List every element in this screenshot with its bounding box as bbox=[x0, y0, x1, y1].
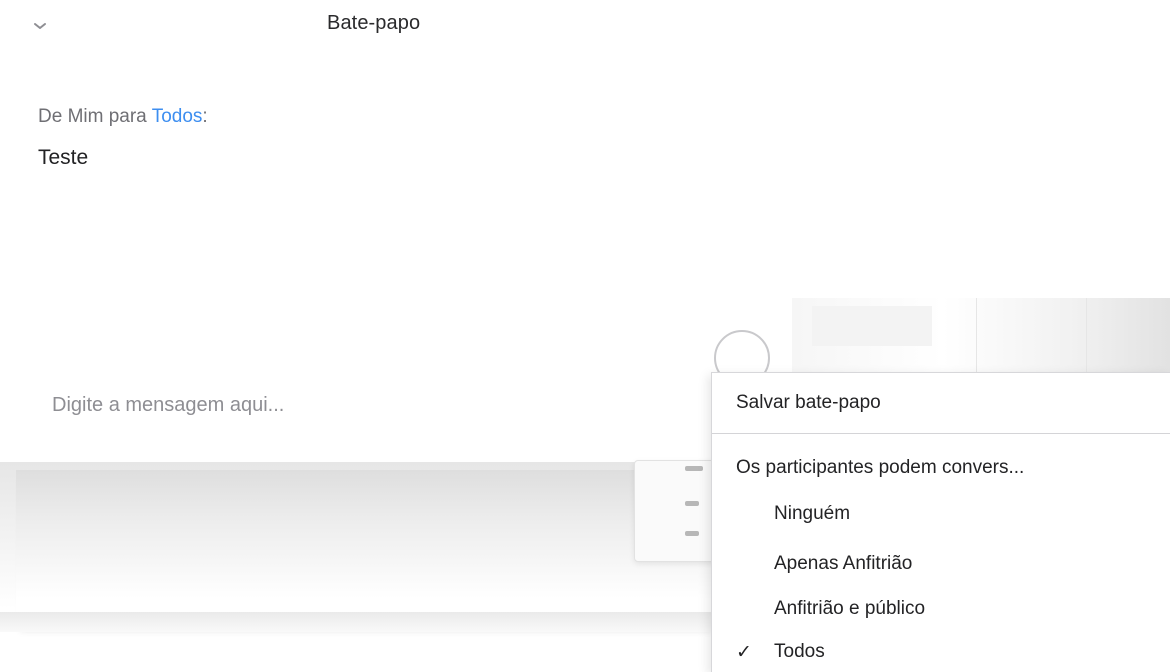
message-recipient-link[interactable]: Todos bbox=[152, 106, 203, 127]
menu-option-apenas-anfitriao[interactable]: Apenas Anfitrião bbox=[712, 553, 1170, 575]
message-text: Teste bbox=[38, 146, 89, 169]
message-header-colon: : bbox=[202, 106, 208, 127]
background-thumbnail-area bbox=[792, 298, 1170, 374]
chat-options-menu: Salvar bate-papo Os participantes podem … bbox=[711, 372, 1170, 672]
message-header: De Mim para Todos: bbox=[38, 106, 208, 128]
menu-separator bbox=[712, 433, 1170, 434]
background-shadow-strip bbox=[16, 470, 716, 630]
menu-header-permissions: Os participantes podem convers... bbox=[736, 457, 1025, 478]
menu-option-anfitriao-e-publico[interactable]: Anfitrião e público bbox=[712, 598, 1170, 620]
menu-option-label: Anfitrião e público bbox=[774, 598, 926, 619]
background-lower-band bbox=[0, 612, 716, 632]
message-sender: De Mim para bbox=[38, 106, 147, 127]
menu-option-todos[interactable]: ✓ Todos bbox=[712, 641, 1170, 663]
chevron-down-icon[interactable] bbox=[28, 14, 52, 38]
menu-option-label: Apenas Anfitrião bbox=[774, 553, 913, 574]
menu-option-label: Ninguém bbox=[774, 503, 851, 524]
message-input[interactable] bbox=[52, 388, 692, 422]
chat-title: Bate-papo bbox=[327, 12, 421, 34]
menu-option-ninguem[interactable]: Ninguém bbox=[712, 503, 1170, 525]
check-icon: ✓ bbox=[736, 642, 752, 663]
menu-item-save-chat[interactable]: Salvar bate-papo bbox=[712, 392, 1170, 414]
menu-option-label: Todos bbox=[774, 641, 825, 662]
